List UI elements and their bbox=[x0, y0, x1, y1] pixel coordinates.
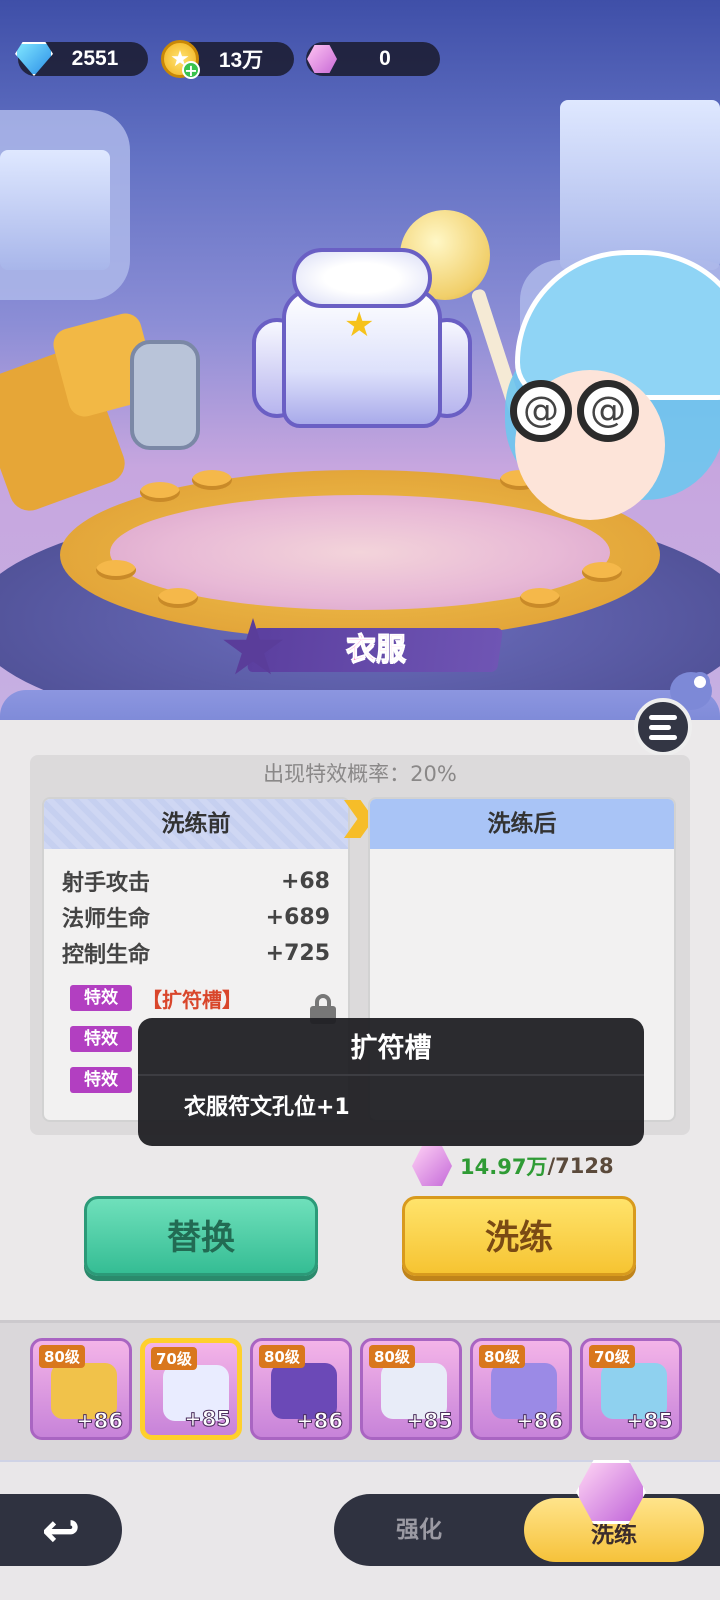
tooltip-description: 衣服符文孔位+1 bbox=[184, 1095, 350, 1120]
equipment-slot[interactable]: 80级 +85 bbox=[360, 1338, 462, 1440]
item-title: 衣服 bbox=[346, 632, 407, 668]
equipment-level: 80级 bbox=[39, 1345, 85, 1368]
platform-stud bbox=[582, 562, 622, 582]
snow-block bbox=[0, 150, 110, 270]
character-girl bbox=[505, 250, 720, 550]
stat-value: +725 bbox=[265, 940, 330, 966]
item-title-ribbon: 衣服 bbox=[222, 618, 504, 676]
back-arrow-icon: ↩ bbox=[41, 1503, 81, 1557]
diamond-value: 2551 bbox=[71, 47, 119, 70]
stat-value: +68 bbox=[280, 868, 330, 894]
gold-counter[interactable]: ★ + 13万 bbox=[161, 40, 294, 79]
before-title: 洗练前 bbox=[44, 799, 348, 849]
robot-arm bbox=[0, 309, 210, 530]
effect-tag: 特效 bbox=[70, 985, 132, 1011]
platform-stud bbox=[520, 588, 560, 608]
cost-owned: 14.97万 bbox=[460, 1155, 548, 1179]
refine-cost: 14.97万 /7128 bbox=[412, 1146, 614, 1186]
replace-button[interactable]: 替换 bbox=[84, 1196, 318, 1276]
equipment-plus: +86 bbox=[516, 1409, 564, 1434]
stat-name: 法师生命 bbox=[62, 907, 151, 932]
effect-rate-label: 出现特效概率：20% bbox=[263, 762, 457, 786]
equipment-level: 70级 bbox=[151, 1347, 197, 1370]
cost-required: /7128 bbox=[547, 1154, 614, 1178]
tab-strengthen[interactable]: 强化 bbox=[334, 1494, 504, 1566]
star-icon: ★ bbox=[344, 305, 375, 345]
jacket-item-image: ★ bbox=[252, 248, 472, 438]
pink-gem-icon bbox=[412, 1146, 452, 1186]
refine-stone-value: 0 bbox=[379, 47, 391, 70]
equipment-level: 70级 bbox=[589, 1345, 635, 1368]
effect-tooltip: 扩符槽 衣服符文孔位+1 bbox=[138, 1018, 644, 1146]
equipment-plus: +85 bbox=[184, 1407, 232, 1432]
equipment-plus: +86 bbox=[296, 1409, 344, 1434]
equipment-plus: +85 bbox=[406, 1409, 454, 1434]
equipment-slot[interactable]: 80级 +86 bbox=[250, 1338, 352, 1440]
panel-bubble bbox=[690, 672, 710, 692]
snow-block bbox=[560, 100, 720, 270]
scene-illustration: ★ bbox=[0, 0, 720, 720]
gold-value: 13万 bbox=[218, 49, 264, 72]
menu-button[interactable] bbox=[634, 698, 692, 756]
equipment-slot[interactable]: 80级 +86 bbox=[470, 1338, 572, 1440]
equipment-level: 80级 bbox=[259, 1345, 305, 1368]
equipment-slot[interactable]: 70级 +85 bbox=[140, 1338, 242, 1440]
equipment-level: 80级 bbox=[479, 1345, 525, 1368]
stat-value: +689 bbox=[265, 904, 330, 930]
effect-row: 特效 bbox=[70, 1024, 142, 1054]
refine-button[interactable]: 洗练 bbox=[402, 1196, 636, 1276]
stat-row: 法师生命 +689 bbox=[62, 899, 330, 935]
tooltip-title: 扩符槽 bbox=[138, 1018, 644, 1076]
equipment-plus: +86 bbox=[76, 1409, 124, 1434]
equipment-level: 80级 bbox=[369, 1345, 415, 1368]
diamond-counter[interactable]: 2551 bbox=[15, 42, 148, 76]
effect-name[interactable]: 【扩符槽】 bbox=[142, 984, 242, 1013]
stat-name: 控制生命 bbox=[62, 943, 151, 968]
effect-tag: 特效 bbox=[70, 1067, 132, 1093]
refine-stone-counter[interactable]: 0 bbox=[306, 42, 440, 76]
stat-row: 射手攻击 +68 bbox=[62, 863, 330, 899]
effect-tag: 特效 bbox=[70, 1026, 132, 1052]
equipment-slot[interactable]: 70级 +85 bbox=[580, 1338, 682, 1440]
effect-row: 特效 【扩符槽】 bbox=[70, 983, 242, 1013]
effect-row: 特效 bbox=[70, 1065, 142, 1095]
platform-stud bbox=[96, 560, 136, 580]
after-title: 洗练后 bbox=[370, 799, 674, 849]
equipment-plus: +85 bbox=[626, 1409, 674, 1434]
stat-row: 控制生命 +725 bbox=[62, 935, 330, 971]
equipment-slot[interactable]: 80级 +86 bbox=[30, 1338, 132, 1440]
platform-stud bbox=[158, 588, 198, 608]
back-button[interactable]: ↩ bbox=[0, 1494, 122, 1566]
bottom-tabbar: 强化 洗练 bbox=[334, 1494, 720, 1566]
stat-name: 射手攻击 bbox=[62, 871, 151, 896]
